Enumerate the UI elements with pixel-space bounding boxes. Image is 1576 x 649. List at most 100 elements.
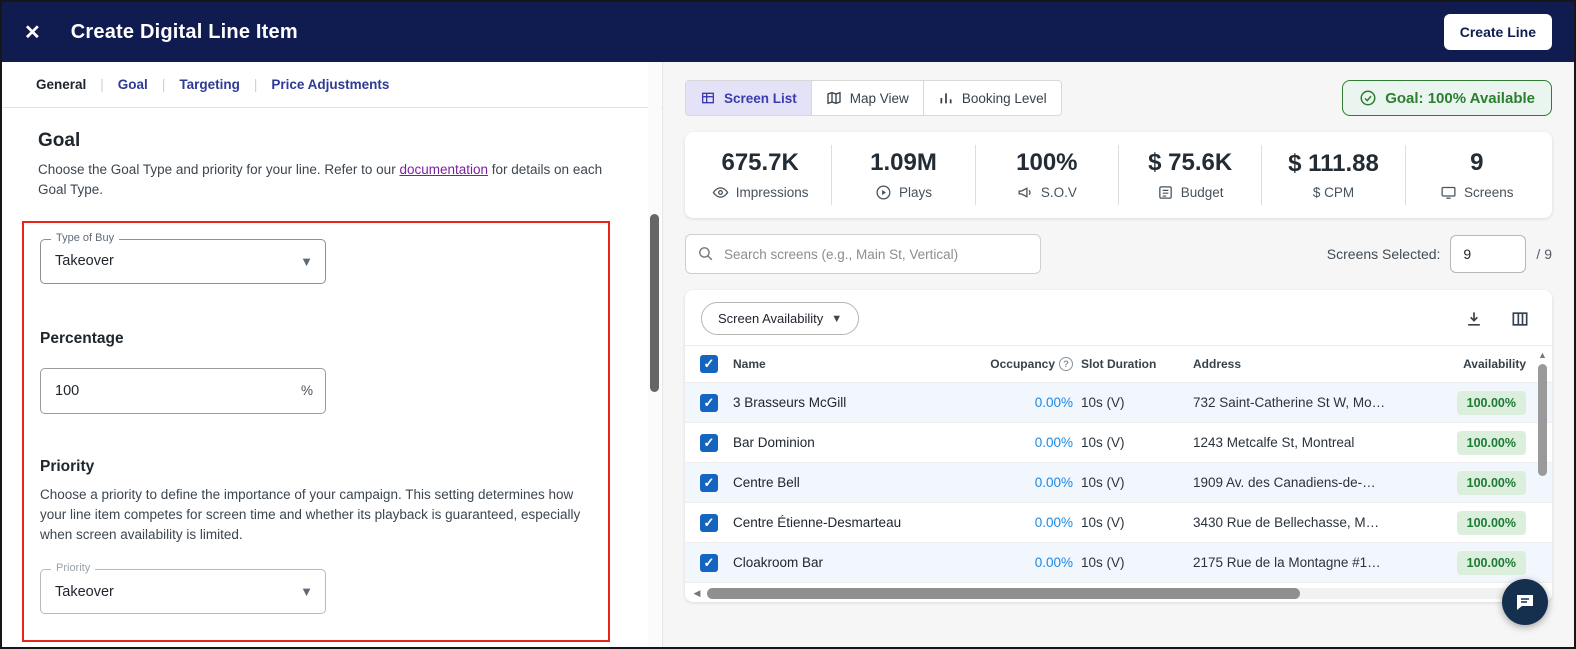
view-switcher: Screen List Map View Booking Level xyxy=(685,80,1062,116)
tab-label: Screen List xyxy=(724,91,797,106)
dialog-header: ✕ Create Digital Line Item Create Line xyxy=(2,2,1574,62)
screens-selected-input[interactable] xyxy=(1450,235,1526,273)
cell-slot-duration: 10s (V) xyxy=(1081,555,1193,570)
receipt-icon xyxy=(1157,184,1174,201)
stat-impressions: 675.7K Impressions xyxy=(689,145,831,205)
col-slot-duration: Slot Duration xyxy=(1081,357,1193,371)
map-icon xyxy=(826,90,842,106)
search-input[interactable] xyxy=(685,234,1041,274)
goal-section-description: Choose the Goal Type and priority for yo… xyxy=(38,160,613,201)
vertical-scrollbar-thumb[interactable] xyxy=(1538,364,1547,476)
scroll-up-arrow-icon[interactable]: ▲ xyxy=(1538,350,1547,360)
cell-occupancy: 0.00% xyxy=(981,515,1081,530)
screens-selected-label: Screens Selected: xyxy=(1327,246,1441,262)
create-line-button[interactable]: Create Line xyxy=(1444,14,1552,50)
table-row[interactable]: ✓ Cloakroom Bar 0.00% 10s (V) 2175 Rue d… xyxy=(685,543,1552,583)
cell-name: Bar Dominion xyxy=(733,435,981,450)
table-row[interactable]: ✓ Bar Dominion 0.00% 10s (V) 1243 Metcal… xyxy=(685,423,1552,463)
tab-goal[interactable]: Goal xyxy=(118,77,148,92)
tab-booking-level[interactable]: Booking Level xyxy=(924,81,1061,115)
row-checkbox[interactable]: ✓ xyxy=(700,474,718,492)
tab-divider: | xyxy=(162,77,166,92)
row-checkbox[interactable]: ✓ xyxy=(700,554,718,572)
tab-map-view[interactable]: Map View xyxy=(812,81,924,115)
left-panel-scrollbar xyxy=(648,62,661,647)
percentage-input[interactable] xyxy=(41,383,301,399)
stat-value: 1.09M xyxy=(870,149,937,177)
row-checkbox[interactable]: ✓ xyxy=(700,514,718,532)
priority-select-label: Priority xyxy=(51,562,95,574)
cell-occupancy: 0.00% xyxy=(981,555,1081,570)
screen-icon xyxy=(1440,184,1457,201)
stat-budget: $ 75.6K Budget xyxy=(1118,145,1261,205)
table-row[interactable]: ✓ Centre Étienne-Desmarteau 0.00% 10s (V… xyxy=(685,503,1552,543)
cell-address: 732 Saint-Catherine St W, Mo… xyxy=(1193,395,1405,410)
screens-selected-total: / 9 xyxy=(1536,246,1552,262)
col-occupancy: Occupancy? xyxy=(981,357,1081,371)
stat-label: Budget xyxy=(1181,185,1224,200)
megaphone-icon xyxy=(1017,184,1034,201)
stat-value: $ 111.88 xyxy=(1288,150,1379,178)
percent-suffix: % xyxy=(301,383,313,398)
cell-address: 1909 Av. des Canadiens-de-… xyxy=(1193,475,1405,490)
priority-select[interactable]: Priority Takeover ▼ xyxy=(40,569,326,614)
availability-badge: 100.00% xyxy=(1457,391,1526,415)
table-row[interactable]: ✓ Centre Bell 0.00% 10s (V) 1909 Av. des… xyxy=(685,463,1552,503)
availability-badge: 100.00% xyxy=(1457,551,1526,575)
cell-address: 3430 Rue de Bellechasse, M… xyxy=(1193,515,1405,530)
tab-label: Map View xyxy=(850,91,909,106)
stat-value: $ 75.6K xyxy=(1148,149,1232,177)
screen-list-icon xyxy=(700,90,716,106)
col-address: Address xyxy=(1193,357,1405,371)
cell-name: Cloakroom Bar xyxy=(733,555,981,570)
close-icon[interactable]: ✕ xyxy=(24,20,41,45)
line-item-form-panel: General | Goal | Targeting | Price Adjus… xyxy=(2,62,662,647)
cell-name: 3 Brasseurs McGill xyxy=(733,395,981,410)
screens-table-card: Screen Availability ▼ ✓ Name Occupancy? xyxy=(685,290,1552,602)
chat-widget-button[interactable] xyxy=(1502,579,1548,625)
tab-targeting[interactable]: Targeting xyxy=(179,77,240,92)
priority-heading: Priority xyxy=(40,458,592,476)
col-occupancy-label: Occupancy xyxy=(990,357,1055,371)
availability-badge: 100.00% xyxy=(1457,511,1526,535)
availability-badge: 100.00% xyxy=(1457,471,1526,495)
availability-badge: 100.00% xyxy=(1457,431,1526,455)
stat-plays: 1.09M Plays xyxy=(831,145,974,205)
stat-value: 9 xyxy=(1470,149,1483,177)
row-checkbox[interactable]: ✓ xyxy=(700,394,718,412)
scroll-left-arrow-icon[interactable]: ◀ xyxy=(691,588,703,599)
tab-screen-list[interactable]: Screen List xyxy=(686,81,812,115)
download-icon[interactable] xyxy=(1464,309,1484,329)
cell-slot-duration: 10s (V) xyxy=(1081,475,1193,490)
tab-price-adjustments[interactable]: Price Adjustments xyxy=(271,77,389,92)
table-row[interactable]: ✓ 3 Brasseurs McGill 0.00% 10s (V) 732 S… xyxy=(685,383,1552,423)
info-icon[interactable]: ? xyxy=(1059,357,1073,371)
row-checkbox[interactable]: ✓ xyxy=(700,434,718,452)
select-all-checkbox[interactable]: ✓ xyxy=(700,355,718,373)
type-of-buy-select[interactable]: Type of Buy Takeover ▼ xyxy=(40,239,326,284)
check-circle-icon xyxy=(1359,89,1377,107)
tab-general[interactable]: General xyxy=(36,77,86,92)
horizontal-scrollbar-thumb[interactable] xyxy=(707,588,1300,599)
stats-summary-card: 675.7K Impressions 1.09M Plays 100% S.O.… xyxy=(685,132,1552,218)
dialog-title: Create Digital Line Item xyxy=(71,21,298,44)
chat-icon xyxy=(1513,590,1537,614)
screen-availability-filter[interactable]: Screen Availability ▼ xyxy=(701,302,859,335)
stat-cpm: $ 111.88 $ CPM xyxy=(1261,145,1404,205)
bar-chart-icon xyxy=(938,90,954,106)
eye-icon xyxy=(712,184,729,201)
table-header-row: ✓ Name Occupancy? Slot Duration Address … xyxy=(685,345,1552,383)
cell-slot-duration: 10s (V) xyxy=(1081,515,1193,530)
cell-occupancy: 0.00% xyxy=(981,395,1081,410)
table-vertical-scrollbar: ▲ xyxy=(1536,350,1549,584)
left-panel-scrollbar-thumb[interactable] xyxy=(650,214,659,392)
documentation-link[interactable]: documentation xyxy=(399,162,488,177)
highlighted-goal-form-region: Type of Buy Takeover ▼ Percentage % Prio… xyxy=(22,221,610,643)
stat-label: $ CPM xyxy=(1313,185,1354,200)
stat-label: Screens xyxy=(1464,185,1514,200)
screens-panel: Screen List Map View Booking Level Goal:… xyxy=(662,62,1574,647)
columns-icon[interactable] xyxy=(1510,309,1530,329)
create-digital-line-item-dialog: ✕ Create Digital Line Item Create Line G… xyxy=(0,0,1576,649)
cell-occupancy: 0.00% xyxy=(981,475,1081,490)
chevron-down-icon: ▼ xyxy=(300,584,313,599)
